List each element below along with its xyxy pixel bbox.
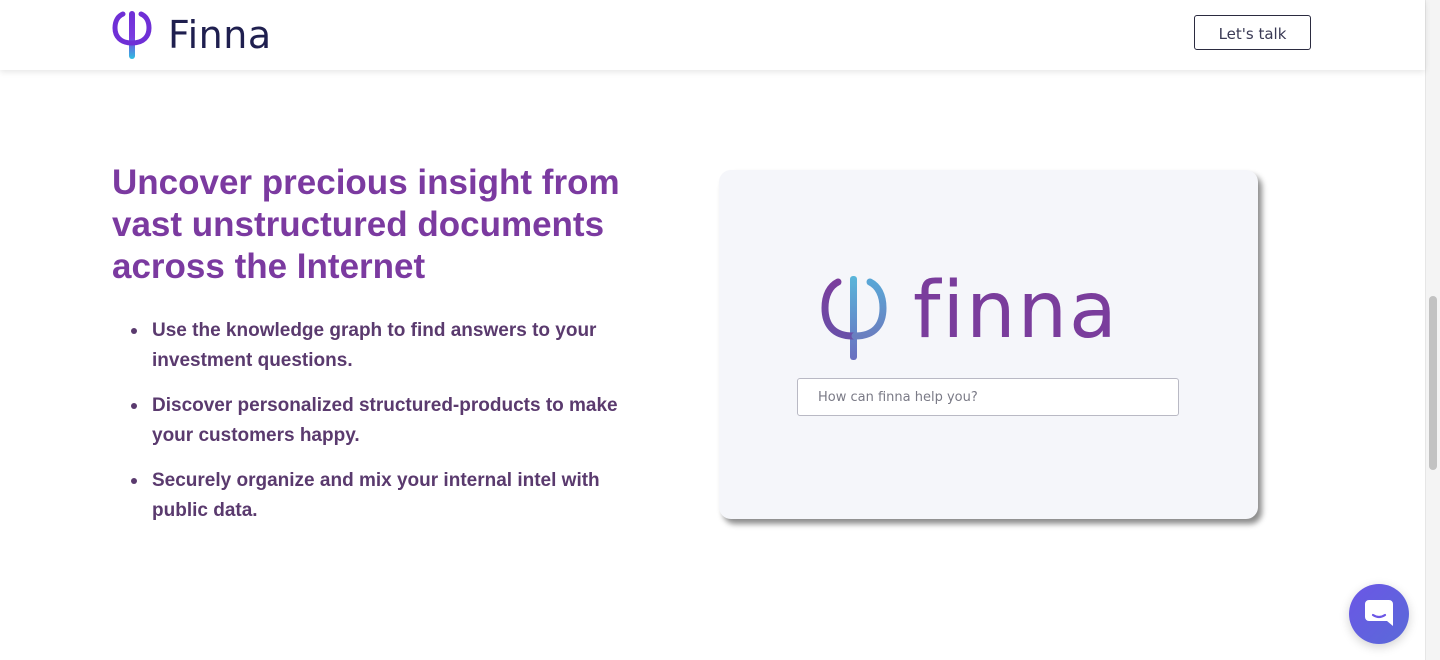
feature-text: Securely organize and mix your internal … bbox=[152, 470, 600, 521]
bullet-icon bbox=[131, 403, 137, 409]
page-scrollbar[interactable] bbox=[1425, 0, 1440, 660]
feature-item: Discover personalized structured-product… bbox=[131, 391, 652, 451]
site-header: Finna Let's talk bbox=[0, 0, 1425, 70]
search-input[interactable] bbox=[797, 378, 1179, 416]
bullet-icon bbox=[131, 478, 137, 484]
feature-list: Use the knowledge graph to find answers … bbox=[112, 316, 652, 541]
product-preview-card: finna bbox=[719, 170, 1258, 519]
preview-logo-text: finna bbox=[913, 266, 1119, 356]
feature-text: Discover personalized structured-product… bbox=[152, 395, 618, 446]
preview-logo: finna bbox=[819, 270, 1119, 362]
phi-logo-icon bbox=[821, 276, 887, 360]
chat-button[interactable] bbox=[1349, 584, 1409, 644]
scrollbar-thumb[interactable] bbox=[1429, 296, 1437, 470]
feature-text: Use the knowledge graph to find answers … bbox=[152, 320, 597, 371]
page: Finna Let's talk Uncover precious insigh… bbox=[0, 0, 1440, 660]
chat-bubble-icon bbox=[1365, 600, 1393, 626]
bullet-icon bbox=[131, 328, 137, 334]
brand-link[interactable]: Finna bbox=[112, 9, 272, 61]
phi-logo-icon bbox=[112, 11, 152, 59]
hero-title: Uncover precious insight from vast unstr… bbox=[112, 163, 620, 286]
lets-talk-button[interactable]: Let's talk bbox=[1194, 15, 1311, 50]
brand-name: Finna bbox=[168, 13, 272, 57]
feature-item: Use the knowledge graph to find answers … bbox=[131, 316, 652, 376]
feature-item: Securely organize and mix your internal … bbox=[131, 466, 652, 526]
